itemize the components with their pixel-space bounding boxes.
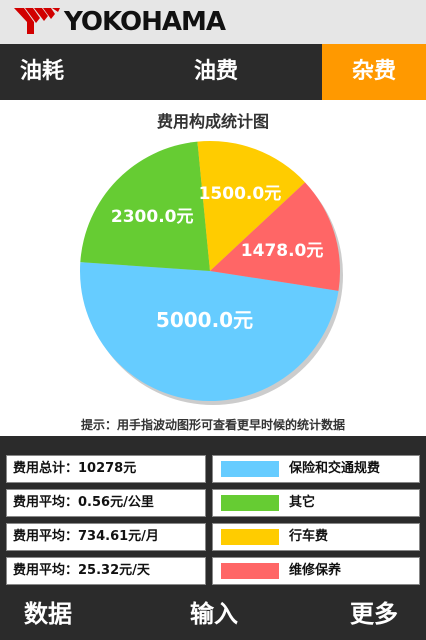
legend-label: 其它 xyxy=(289,495,316,510)
tab-fuel-consumption[interactable]: 油耗 xyxy=(0,44,110,100)
chart-area[interactable]: 费用构成统计图 5000.0元 2300.0元 1500.0元 1478.0元 提示：… xyxy=(0,100,426,436)
legend-swatch xyxy=(221,461,279,477)
legend-label: 保险和交通规费 xyxy=(289,461,381,476)
stat-avg-per-km: 费用平均：0.56元/公里 xyxy=(6,489,206,517)
tab-bar: 油耗 油费 杂费 xyxy=(0,44,426,100)
stat-row: 费用平均：734.61元/月 行车费 xyxy=(0,521,426,555)
pie-label-maintenance: 1478.0元 xyxy=(241,241,324,261)
pie-label-driving: 1500.0元 xyxy=(199,184,282,204)
input-button[interactable]: 输入 xyxy=(190,588,238,640)
legend-item-other: 其它 xyxy=(212,489,420,517)
legend-item-insurance: 保险和交通规费 xyxy=(212,455,420,483)
tab-fuel-cost[interactable]: 油费 xyxy=(110,44,322,100)
tab-misc-cost[interactable]: 杂费 xyxy=(322,44,426,100)
legend-swatch xyxy=(221,529,279,545)
bottom-bar: 数据 输入 更多 xyxy=(0,588,426,640)
legend-label: 行车费 xyxy=(289,529,329,544)
stat-row: 费用平均：0.56元/公里 其它 xyxy=(0,487,426,521)
legend-item-driving: 行车费 xyxy=(212,523,420,551)
legend-swatch xyxy=(221,563,279,579)
stat-row: 费用平均：25.32元/天 维修保养 xyxy=(0,555,426,589)
pie-label-other: 2300.0元 xyxy=(111,207,194,227)
legend-item-maintenance: 维修保养 xyxy=(212,557,420,585)
pie-chart[interactable]: 5000.0元 2300.0元1500.0元 1478.0元 xyxy=(0,100,426,436)
stat-avg-per-month: 费用平均：734.61元/月 xyxy=(6,523,206,551)
stat-row: 费用总计：10278元 保险和交通规费 xyxy=(0,453,426,487)
hint-text: 提示：用手指波动图形可查看更早时候的统计数据 xyxy=(80,418,345,432)
yokohama-logo-icon xyxy=(14,8,60,34)
stats-panel: 费用总计：10278元 保险和交通规费 费用平均：0.56元/公里 其它 费用平… xyxy=(0,436,426,588)
data-button[interactable]: 数据 xyxy=(24,588,72,640)
more-button[interactable]: 更多 xyxy=(350,588,398,640)
stat-total: 费用总计：10278元 xyxy=(6,455,206,483)
stat-avg-per-day: 费用平均：25.32元/天 xyxy=(6,557,206,585)
legend-label: 维修保养 xyxy=(289,563,342,578)
legend-swatch xyxy=(221,495,279,511)
pie-label-insurance: 5000.0元 xyxy=(156,308,253,332)
brand-name: YOKOHAMA xyxy=(64,7,226,37)
app-header: YOKOHAMA xyxy=(0,0,426,44)
